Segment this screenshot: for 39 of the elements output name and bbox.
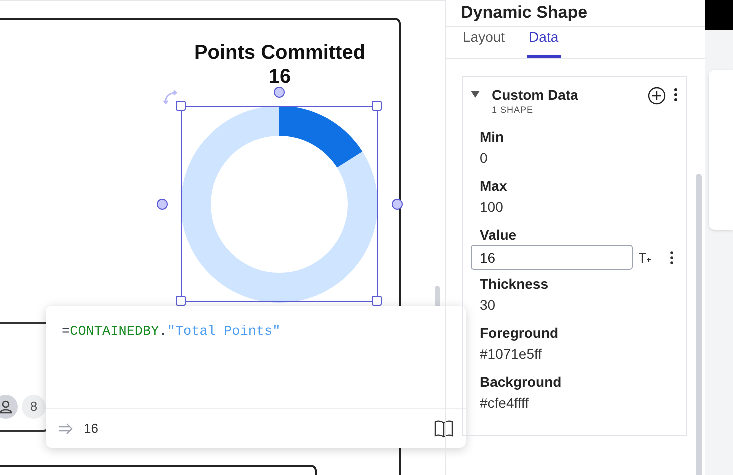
section-title: Custom Data xyxy=(492,86,578,104)
field-label: Background xyxy=(480,373,563,392)
collapse-caret-icon[interactable] xyxy=(471,90,480,98)
field-value: 30 xyxy=(480,296,497,315)
more-icon[interactable] xyxy=(674,88,678,102)
field-label: Min xyxy=(480,128,506,147)
card-title: Points Committed xyxy=(193,41,367,66)
panel-title: Dynamic Shape xyxy=(446,0,705,26)
rotate-icon[interactable] xyxy=(162,89,180,107)
book-icon[interactable] xyxy=(434,420,454,438)
connection-handle[interactable] xyxy=(157,199,168,210)
resize-handle[interactable] xyxy=(176,296,186,306)
result-arrow-icon xyxy=(58,422,74,434)
value-input-field[interactable]: 16 xyxy=(471,245,633,270)
field-label: Max xyxy=(480,177,508,196)
resize-handle[interactable] xyxy=(176,101,186,111)
card-value: 16 xyxy=(268,65,292,90)
field-value: #cfe4ffff xyxy=(480,394,530,413)
panel-tab[interactable]: Layout xyxy=(461,26,508,58)
count-badge: 8 xyxy=(22,395,46,419)
user-icon xyxy=(0,395,18,419)
add-icon[interactable] xyxy=(648,86,666,104)
connection-handle[interactable] xyxy=(392,199,403,210)
field-label: Foreground xyxy=(480,324,560,343)
window-strip xyxy=(705,0,733,30)
more-icon[interactable] xyxy=(670,250,674,264)
formula-text[interactable]: =CONTAINEDBY."Total Points" xyxy=(46,306,466,408)
text-add-icon[interactable] xyxy=(638,252,652,264)
panel-tab[interactable]: Data xyxy=(527,26,561,58)
connection-handle[interactable] xyxy=(274,87,285,98)
field-label: Value xyxy=(480,226,518,245)
resize-handle[interactable] xyxy=(372,101,382,111)
formula-result: 16 xyxy=(84,420,98,438)
field-value: 100 xyxy=(480,198,504,217)
field-value: 0 xyxy=(480,149,489,168)
section-subtitle: 1 SHAPE xyxy=(492,104,535,116)
field-label: Thickness xyxy=(480,275,550,294)
field-value: #1071e5ff xyxy=(480,345,544,364)
resize-handle[interactable] xyxy=(372,296,382,306)
